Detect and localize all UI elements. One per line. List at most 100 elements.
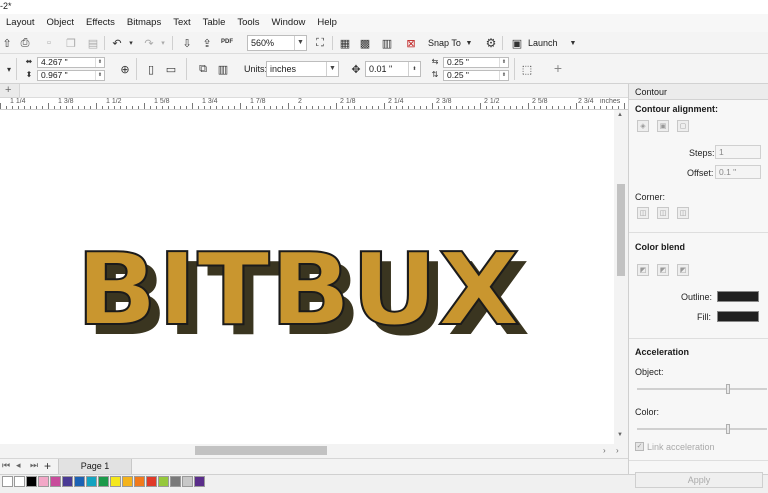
launch-icon[interactable]: ▣ — [510, 36, 524, 50]
object-acceleration-thumb[interactable] — [726, 384, 730, 394]
menu-help[interactable]: Help — [311, 14, 343, 32]
add-icon[interactable]: + — [5, 84, 11, 96]
scroll-down-icon[interactable]: ▼ — [617, 432, 623, 438]
show-grid-icon[interactable]: ▩ — [358, 36, 372, 50]
outline-color-picker[interactable] — [717, 291, 759, 302]
palette-swatch[interactable] — [14, 476, 25, 487]
pdf-icon[interactable]: PDF — [220, 35, 234, 49]
art-text-face[interactable]: BITBUX — [75, 230, 521, 349]
snap-to-button[interactable]: Snap To — [428, 35, 461, 51]
no-color-swatch[interactable] — [2, 476, 13, 487]
launch-button[interactable]: Launch — [528, 35, 558, 51]
cut-icon[interactable]: ▫ — [42, 36, 56, 50]
spin-icon[interactable]: ⬍ — [499, 58, 508, 67]
object-width-input[interactable]: 4.267 " ⬍ — [37, 57, 105, 68]
spin-icon[interactable]: ⬍ — [408, 62, 420, 76]
vertical-scroll-thumb[interactable] — [617, 184, 625, 276]
show-rulers-icon[interactable]: ▦ — [338, 36, 352, 50]
spin-icon[interactable]: ⬍ — [95, 58, 104, 67]
corner-mitered-button[interactable]: ◫ — [637, 207, 649, 219]
page-frame-icon[interactable]: ⬚ — [520, 62, 534, 76]
gear-icon[interactable]: ⚙ — [484, 36, 498, 50]
fill-color-picker[interactable] — [717, 311, 759, 322]
palette-swatch[interactable] — [110, 476, 121, 487]
object-acceleration-slider[interactable] — [637, 388, 767, 390]
portrait-page-icon[interactable]: ▯ — [144, 62, 158, 76]
page-tab[interactable]: Page 1 — [58, 459, 132, 474]
palette-swatch[interactable] — [158, 476, 169, 487]
link-acceleration-checkbox[interactable]: ✓ — [635, 442, 644, 451]
add-icon[interactable]: + — [551, 60, 565, 76]
chevron-down-icon[interactable]: ▼ — [326, 62, 338, 76]
first-page-icon[interactable]: ⏮ — [2, 460, 10, 471]
color-acceleration-slider[interactable] — [637, 428, 767, 430]
full-screen-icon[interactable]: ⛶ — [313, 36, 327, 50]
contour-center-button[interactable]: ◈ — [637, 120, 649, 132]
print-icon[interactable]: ⎙ — [18, 36, 32, 50]
palette-swatch[interactable] — [74, 476, 85, 487]
redo-dropdown-icon[interactable]: ▾ — [156, 36, 170, 50]
duplicate-x-input[interactable]: 0.25 " ⬍ — [443, 57, 509, 68]
all-pages-icon[interactable]: ⧉ — [196, 62, 210, 76]
steps-input[interactable]: 1 — [715, 145, 761, 159]
scroll-up-icon[interactable]: ▲ — [617, 112, 623, 118]
spin-icon[interactable]: ⬍ — [499, 71, 508, 80]
blend-counterclockwise-button[interactable]: ◩ — [677, 264, 689, 276]
nudge-input[interactable]: 0.01 " ⬍ — [365, 61, 421, 77]
palette-swatch[interactable] — [134, 476, 145, 487]
blend-clockwise-button[interactable]: ◩ — [657, 264, 669, 276]
palette-swatch[interactable] — [194, 476, 205, 487]
scroll-right-icon[interactable]: › — [603, 446, 606, 455]
copy-icon[interactable]: ❐ — [64, 36, 78, 50]
menu-object[interactable]: Object — [41, 14, 80, 32]
menu-layout[interactable]: Layout — [0, 14, 41, 32]
palette-swatch[interactable] — [38, 476, 49, 487]
undo-dropdown-icon[interactable]: ▾ — [124, 36, 138, 50]
export-icon[interactable]: ⇪ — [200, 36, 214, 50]
drawing-canvas[interactable]: BITBUX BITBUX — [0, 110, 614, 444]
transform-icon[interactable]: ⊕ — [118, 62, 132, 76]
spin-icon[interactable]: ⬍ — [95, 71, 104, 80]
contour-inside-button[interactable]: ▣ — [657, 120, 669, 132]
vertical-scrollbar[interactable]: ▲ ▼ › — [614, 110, 628, 460]
snap-to-dropdown-icon[interactable]: ▼ — [462, 36, 476, 50]
scroll-right-icon[interactable]: › — [616, 446, 619, 455]
corner-bevel-button[interactable]: ◫ — [677, 207, 689, 219]
offset-input[interactable]: 0.1 " — [715, 165, 761, 179]
contour-outside-button[interactable]: ▢ — [677, 120, 689, 132]
apply-button[interactable]: Apply — [635, 472, 763, 488]
chevron-down-icon[interactable]: ▼ — [294, 36, 306, 50]
add-page-button[interactable]: + — [44, 459, 51, 473]
palette-swatch[interactable] — [50, 476, 61, 487]
palette-swatch[interactable] — [170, 476, 181, 487]
corner-round-button[interactable]: ◫ — [657, 207, 669, 219]
menu-text[interactable]: Text — [167, 14, 196, 32]
object-height-input[interactable]: 0.967 " ⬍ — [37, 70, 105, 81]
zoom-combo[interactable]: 560% ▼ — [247, 35, 307, 51]
launch-dropdown-icon[interactable]: ▼ — [566, 36, 580, 50]
palette-swatch[interactable] — [26, 476, 37, 487]
snap-off-icon[interactable]: ⊠ — [404, 36, 418, 50]
blend-linear-button[interactable]: ◩ — [637, 264, 649, 276]
redo-icon[interactable]: ↷ — [142, 36, 156, 50]
horizontal-ruler[interactable]: 1 1/4 1 3/8 1 1/2 1 5/8 1 3/4 1 7/8 2 2 … — [0, 98, 628, 110]
ruler-corner[interactable]: + — [0, 84, 20, 98]
palette-swatch[interactable] — [62, 476, 73, 487]
import-icon[interactable]: ⇩ — [180, 36, 194, 50]
landscape-page-icon[interactable]: ▭ — [164, 62, 178, 76]
menu-bitmaps[interactable]: Bitmaps — [121, 14, 167, 32]
paste-icon[interactable]: ▤ — [86, 36, 100, 50]
menu-table[interactable]: Table — [197, 14, 232, 32]
menu-tools[interactable]: Tools — [231, 14, 265, 32]
menu-effects[interactable]: Effects — [80, 14, 121, 32]
undo-icon[interactable]: ↶ — [110, 36, 124, 50]
last-page-icon[interactable]: ⏭ — [30, 460, 38, 471]
current-page-icon[interactable]: ▥ — [216, 62, 230, 76]
cloud-upload-icon[interactable]: ⇧ — [0, 36, 14, 50]
menu-window[interactable]: Window — [266, 14, 312, 32]
horizontal-scroll-thumb[interactable] — [195, 446, 327, 455]
palette-swatch[interactable] — [146, 476, 157, 487]
previous-page-icon[interactable]: ◂ — [16, 460, 21, 471]
chevron-down-icon[interactable]: ▾ — [2, 62, 16, 76]
palette-swatch[interactable] — [86, 476, 97, 487]
